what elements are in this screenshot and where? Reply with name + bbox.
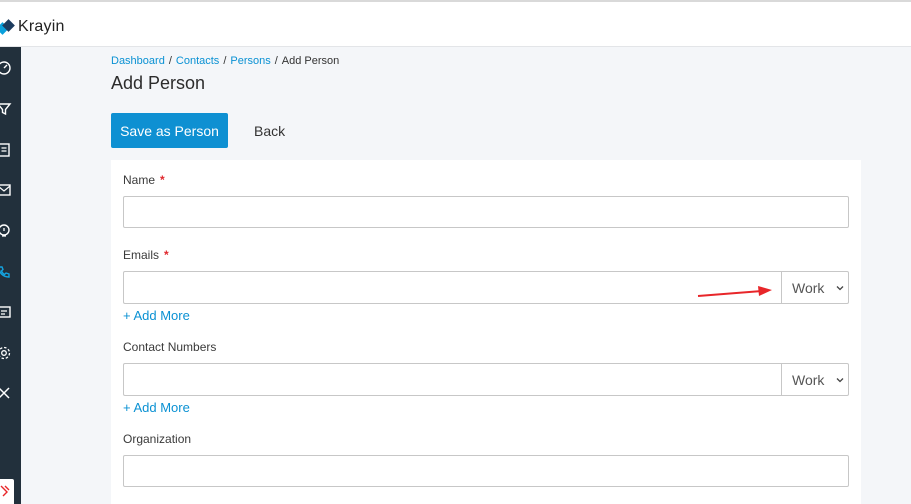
breadcrumb-contacts[interactable]: Contacts xyxy=(176,55,219,67)
contact-number-input[interactable] xyxy=(123,363,782,396)
emails-label-text: Emails xyxy=(123,248,160,262)
back-button[interactable]: Back xyxy=(244,113,295,148)
contacts-icon[interactable] xyxy=(0,264,12,280)
page-title: Add Person xyxy=(111,73,206,93)
filter-icon[interactable] xyxy=(0,101,12,117)
name-label-text: Name xyxy=(123,173,156,187)
chevron-down-icon xyxy=(836,378,844,383)
organization-label: Organization xyxy=(123,432,192,446)
email-type-select[interactable]: Work xyxy=(781,271,849,304)
krayin-logo-icon xyxy=(0,19,15,35)
name-label: Name * xyxy=(123,173,165,187)
name-input[interactable] xyxy=(123,196,849,228)
organization-input[interactable] xyxy=(123,455,849,487)
breadcrumb-current: Add Person xyxy=(281,55,340,67)
app-logo[interactable]: Krayin xyxy=(0,17,65,37)
contact-numbers-label: Contact Numbers xyxy=(123,340,217,354)
breadcrumb: Dashboard / Contacts / Persons / Add Person xyxy=(111,55,339,67)
quote-icon[interactable] xyxy=(0,142,12,158)
email-type-value: Work xyxy=(792,279,825,296)
sidebar xyxy=(0,47,21,504)
email-input[interactable] xyxy=(123,271,782,304)
breadcrumb-separator: / xyxy=(168,55,172,67)
breadcrumb-separator: / xyxy=(223,55,227,67)
breadcrumb-persons[interactable]: Persons xyxy=(230,55,270,67)
breadcrumb-dashboard[interactable]: Dashboard xyxy=(111,55,165,67)
add-more-contact-numbers-link[interactable]: + Add More xyxy=(123,400,190,415)
required-marker: * xyxy=(160,173,165,187)
mail-icon[interactable] xyxy=(0,182,12,198)
top-header: Krayin xyxy=(0,0,911,47)
sidebar-bottom-badge[interactable] xyxy=(0,479,14,504)
products-icon[interactable] xyxy=(0,304,12,320)
activity-icon[interactable] xyxy=(0,223,12,239)
chevron-down-icon xyxy=(836,286,844,291)
app-name: Krayin xyxy=(18,18,65,35)
dashboard-icon[interactable] xyxy=(0,60,12,76)
settings-icon[interactable] xyxy=(0,345,12,361)
contact-number-type-value: Work xyxy=(792,371,825,388)
required-marker: * xyxy=(164,248,169,262)
emails-label: Emails * xyxy=(123,248,169,262)
configuration-icon[interactable] xyxy=(0,385,12,401)
brand-badge-icon xyxy=(0,485,10,497)
annotation-arrow xyxy=(697,286,772,297)
add-more-emails-link[interactable]: + Add More xyxy=(123,308,190,323)
save-as-person-button[interactable]: Save as Person xyxy=(111,113,228,148)
contact-number-type-select[interactable]: Work xyxy=(781,363,849,396)
breadcrumb-separator: / xyxy=(274,55,278,67)
